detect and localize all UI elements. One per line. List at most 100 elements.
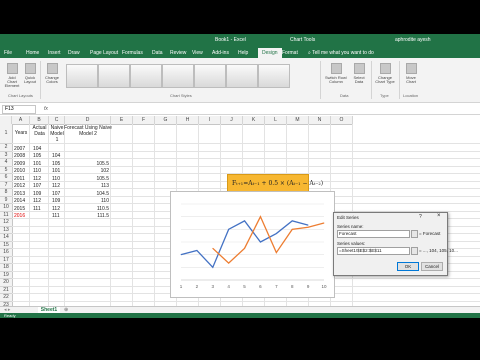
cell-naive[interactable]: 109 — [52, 198, 60, 204]
cell-forecast[interactable]: 105.5 — [65, 176, 109, 182]
column-header-i[interactable]: I — [199, 116, 221, 125]
series-point-1 — [307, 224, 309, 226]
column-header-d[interactable]: D — [65, 116, 111, 125]
cell-year[interactable]: 2016 — [14, 213, 25, 219]
x-tick-label: 5 — [243, 284, 246, 289]
cell-forecast[interactable]: 104.5 — [65, 191, 109, 197]
close-icon[interactable]: × — [437, 213, 441, 219]
tab-formulas[interactable]: Formulas — [122, 50, 143, 56]
cell-actual[interactable]: 111 — [33, 206, 41, 212]
group-label-location: Location — [403, 93, 419, 98]
cell-year[interactable]: 2011 — [14, 176, 25, 182]
cell-naive[interactable]: 112 — [52, 206, 60, 212]
column-header-m[interactable]: M — [287, 116, 309, 125]
cancel-button[interactable]: Cancel — [421, 262, 443, 271]
quick-layout-button[interactable]: Quick Layout — [22, 63, 38, 84]
column-header-a[interactable]: A — [12, 116, 30, 125]
cell-actual[interactable]: 107 — [33, 183, 41, 189]
cell-naive[interactable]: 111 — [52, 213, 60, 219]
tab-draw[interactable]: Draw — [68, 50, 80, 56]
column-header-f[interactable]: F — [133, 116, 155, 125]
chart-style-2[interactable] — [98, 64, 130, 88]
worksheet-grid[interactable]: A B C D E F G H I J K L M N O 1 2 3 4 5 6 7 8 9 10 11 12 13 14 15 16 17… — [0, 116, 480, 318]
tab-data[interactable]: Data — [152, 50, 163, 56]
cell-naive[interactable]: 101 — [52, 168, 60, 174]
tab-view[interactable]: View — [192, 50, 203, 56]
series-line-2 — [212, 215, 325, 264]
cell-actual[interactable]: 101 — [33, 161, 41, 167]
cell-year[interactable]: 2009 — [14, 161, 25, 167]
signin-name[interactable]: aphrodite ayesh — [395, 37, 431, 43]
change-colors-button[interactable]: Change Colors — [43, 63, 61, 84]
cell-actual[interactable]: 105 — [33, 153, 41, 159]
column-header-o[interactable]: O — [331, 116, 353, 125]
ok-button[interactable]: OK — [397, 262, 419, 271]
chart-style-5[interactable] — [194, 64, 226, 88]
cell-naive[interactable]: 104 — [52, 153, 60, 159]
add-chart-element-button[interactable]: Add Chart Element — [4, 63, 20, 88]
range-picker-icon[interactable] — [411, 230, 418, 238]
chart-style-3[interactable] — [130, 64, 162, 88]
fx-icon[interactable]: fx — [44, 106, 48, 112]
column-header-g[interactable]: G — [155, 116, 177, 125]
cell-forecast[interactable]: 105.5 — [65, 161, 109, 167]
column-header-b[interactable]: B — [30, 116, 49, 125]
help-icon[interactable]: ? — [419, 214, 422, 220]
chart-style-1[interactable] — [66, 64, 98, 88]
tell-me-box[interactable]: ⌕ Tell me what you want to do — [308, 50, 374, 56]
cell-year[interactable]: 2014 — [14, 198, 25, 204]
column-header-k[interactable]: K — [243, 116, 265, 125]
cell-actual[interactable]: 112 — [33, 198, 41, 204]
move-chart-button[interactable]: Move Chart — [402, 63, 420, 84]
tab-design[interactable]: Design — [258, 48, 282, 58]
cell-naive[interactable]: 107 — [52, 191, 60, 197]
name-box[interactable]: F13 — [2, 105, 36, 114]
tab-review[interactable]: Review — [170, 50, 186, 56]
column-header-n[interactable]: N — [309, 116, 331, 125]
range-picker-icon[interactable] — [411, 247, 418, 255]
cell-actual[interactable]: 112 — [33, 176, 41, 182]
tab-home[interactable]: Home — [26, 50, 39, 56]
tab-insert[interactable]: Insert — [48, 50, 61, 56]
change-chart-type-button[interactable]: Change Chart Type — [374, 63, 396, 84]
tab-help[interactable]: Help — [238, 50, 248, 56]
cell-forecast[interactable]: 111.5 — [65, 213, 109, 219]
chart-style-6[interactable] — [226, 64, 258, 88]
cell-naive[interactable]: 105 — [52, 161, 60, 167]
tab-format[interactable]: Format — [282, 50, 298, 56]
palette-icon — [46, 63, 58, 74]
series-values-input[interactable]: =Sheet1!$E$2:$E$11 — [337, 247, 410, 255]
cell-year[interactable]: 2015 — [14, 206, 25, 212]
cell-forecast[interactable]: 110 — [65, 198, 109, 204]
cell-naive[interactable]: 110 — [52, 176, 60, 182]
switch-row-column-button[interactable]: Switch Row/ Column — [325, 63, 347, 84]
series-point-1 — [228, 228, 230, 230]
series-point-2 — [307, 226, 309, 228]
cell-year[interactable]: 2007 — [14, 146, 25, 152]
series-name-input[interactable]: Forecast — [337, 230, 410, 238]
edit-series-dialog[interactable]: Edit Series? × Series name: Forecast = Forec… — [333, 212, 458, 276]
tab-file[interactable]: File — [4, 50, 12, 56]
column-header-l[interactable]: L — [265, 116, 287, 125]
cell-actual[interactable]: 110 — [33, 168, 41, 174]
line-chart[interactable]: 1 2 3 4 5 6 7 8 9 10 — [170, 191, 335, 298]
chart-style-7[interactable] — [258, 64, 290, 88]
column-header-e[interactable]: E — [111, 116, 133, 125]
cell-year[interactable]: 2013 — [14, 191, 25, 197]
cell-actual[interactable]: 104 — [33, 146, 41, 152]
select-data-button[interactable]: Select Data — [350, 63, 368, 84]
column-header-h[interactable]: H — [177, 116, 199, 125]
cell-year[interactable]: 2008 — [14, 153, 25, 159]
cell-forecast[interactable]: 110.5 — [65, 206, 109, 212]
cell-forecast[interactable]: 102 — [65, 168, 109, 174]
cell-year[interactable]: 2010 — [14, 168, 25, 174]
tab-add-ins[interactable]: Add-ins — [212, 50, 229, 56]
column-header-j[interactable]: J — [221, 116, 243, 125]
cell-naive[interactable]: 112 — [52, 183, 60, 189]
cell-year[interactable]: 2012 — [14, 183, 25, 189]
tab-page-layout[interactable]: Page Layout — [90, 50, 118, 56]
column-header-c[interactable]: C — [49, 116, 65, 125]
cell-actual[interactable]: 109 — [33, 191, 41, 197]
chart-style-4[interactable] — [162, 64, 194, 88]
cell-forecast[interactable]: 113 — [65, 183, 109, 189]
